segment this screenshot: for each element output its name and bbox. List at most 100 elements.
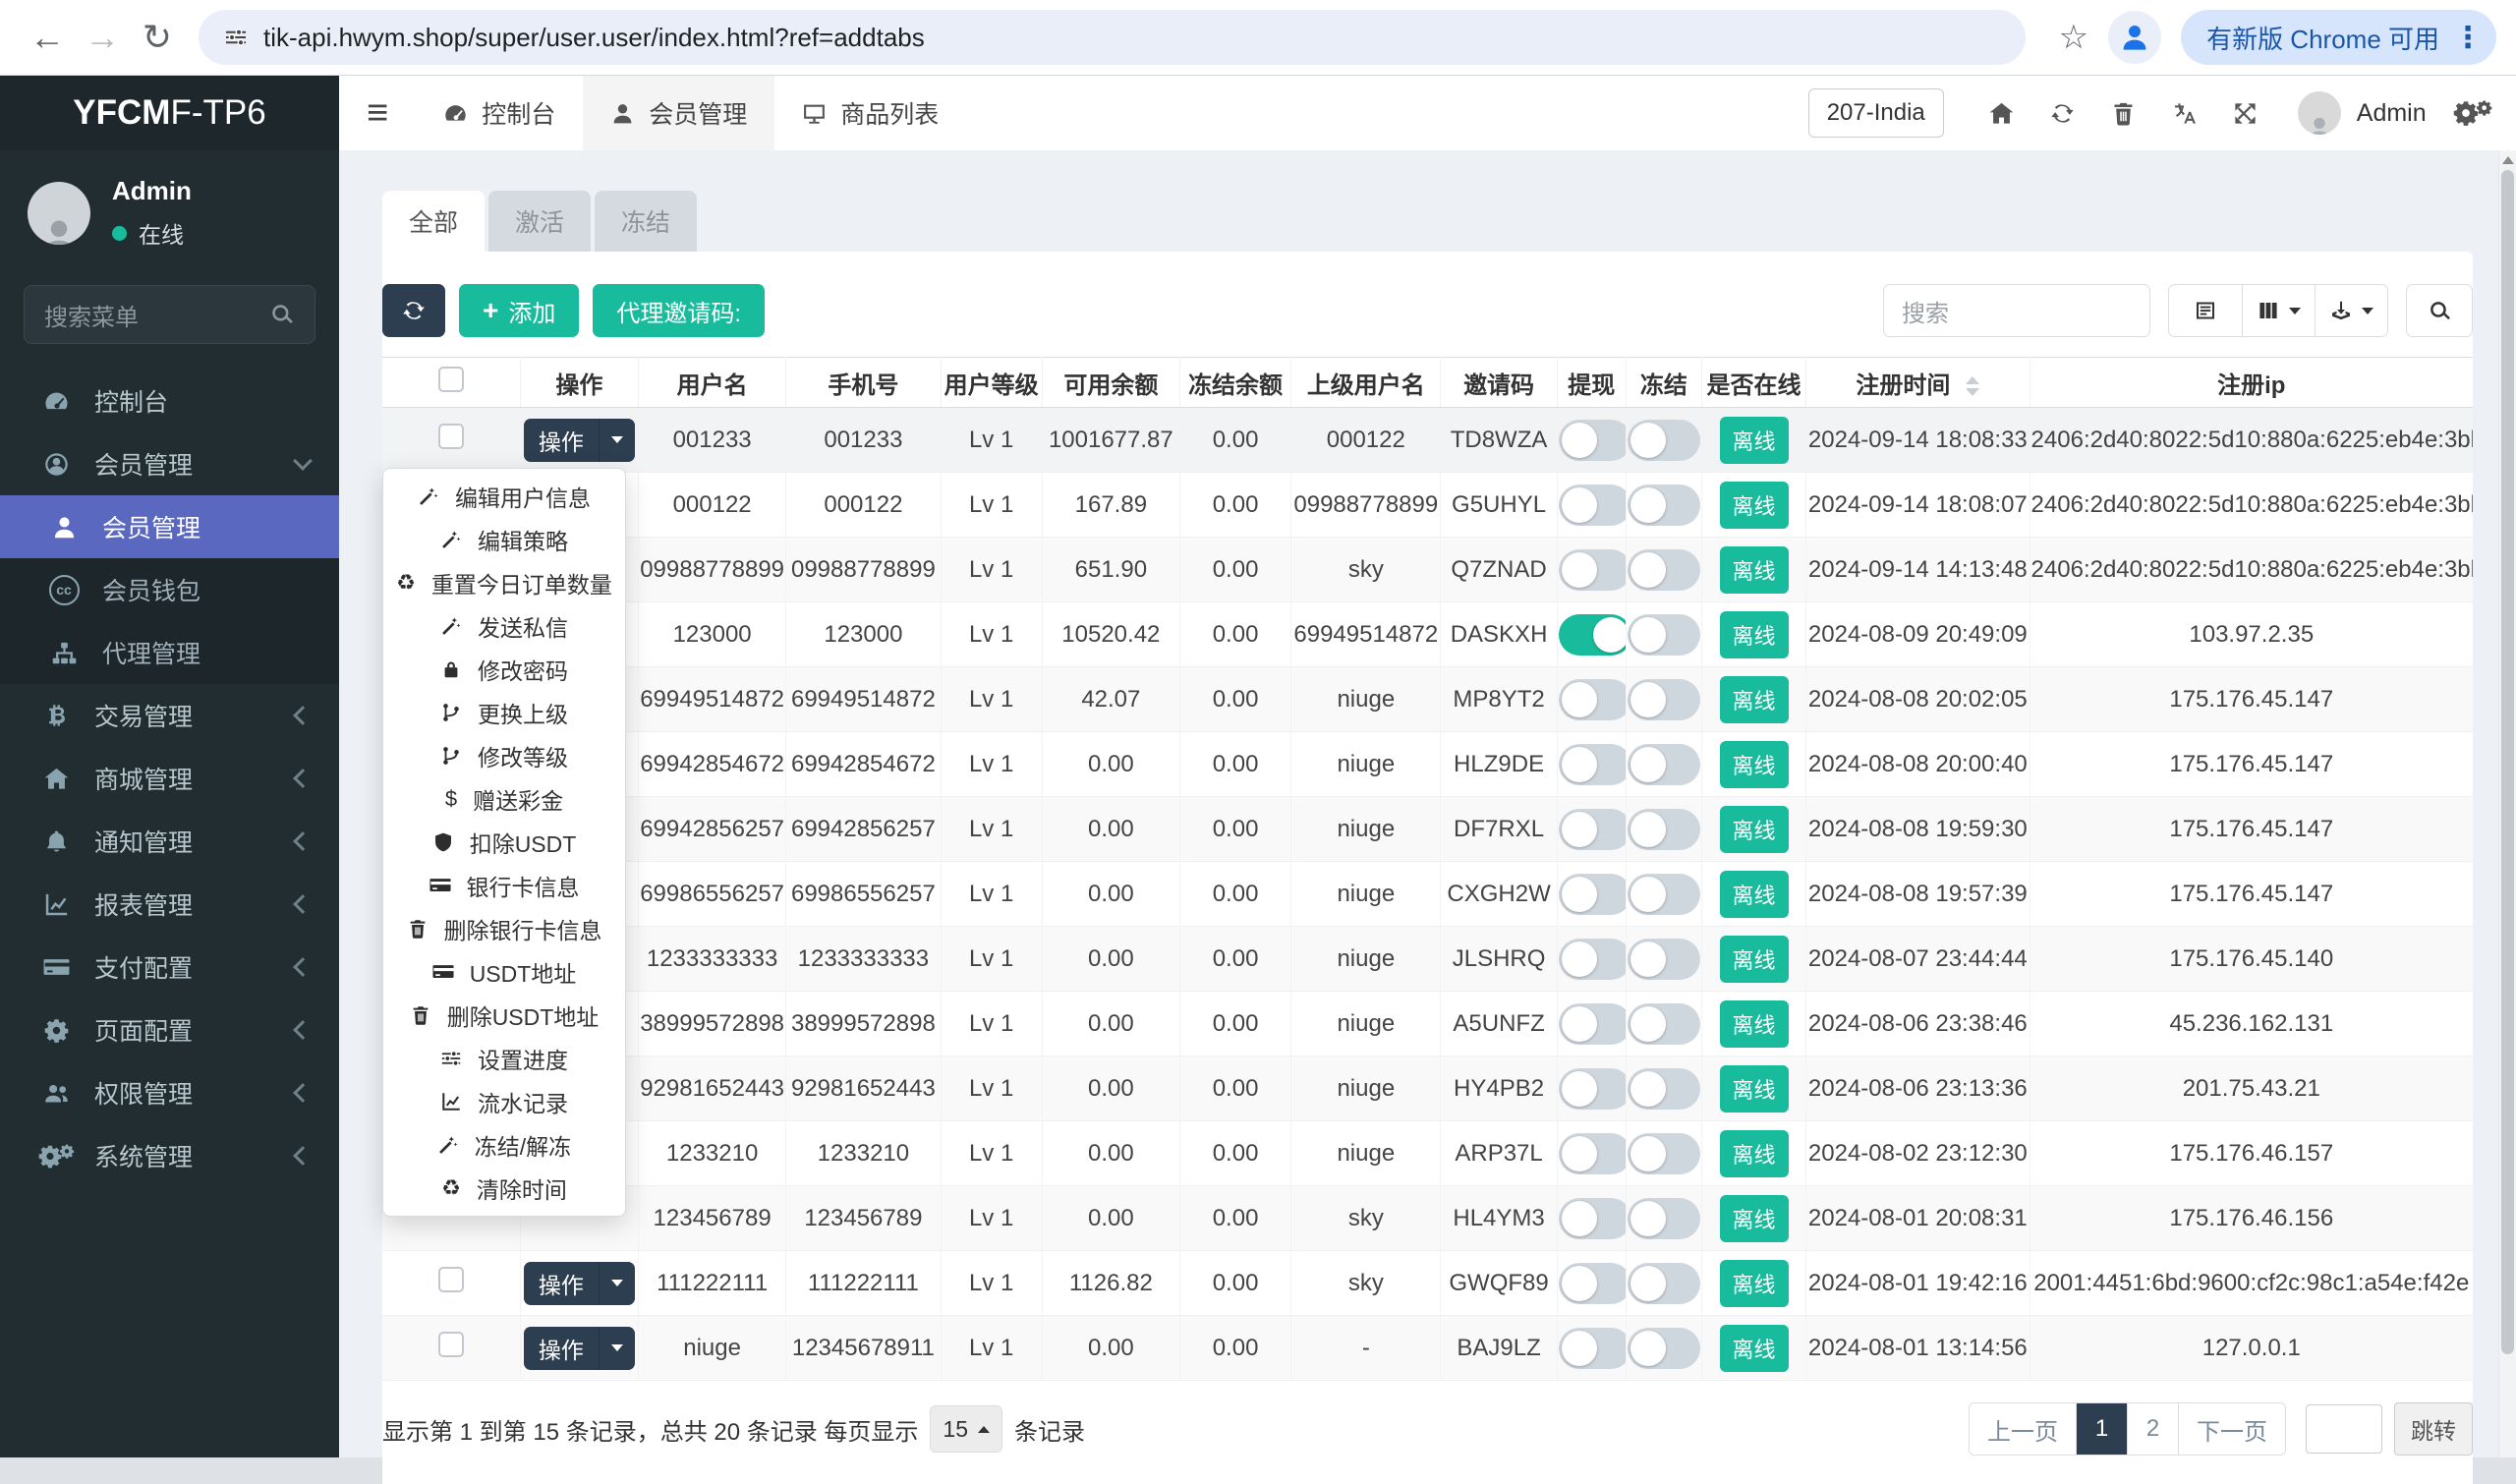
withdraw-toggle[interactable]: [1558, 1067, 1627, 1110]
action-menu-item-15[interactable]: 冻结/解冻: [383, 1123, 625, 1167]
sidebar-item-2[interactable]: 交易管理: [0, 684, 339, 747]
action-menu-item-3[interactable]: 发送私信: [383, 604, 625, 648]
translate-icon[interactable]: [2154, 100, 2215, 127]
withdraw-toggle[interactable]: [1558, 1262, 1627, 1304]
navbar-tab-1[interactable]: 会员管理: [583, 76, 775, 150]
browser-refresh-icon[interactable]: ↻: [130, 10, 185, 65]
freeze-toggle[interactable]: [1627, 1197, 1700, 1239]
agent-invite-code-button[interactable]: 代理邀请码:: [593, 284, 766, 337]
sidebar-subitem-1-0[interactable]: 会员管理: [0, 495, 339, 558]
caret-down-icon[interactable]: [598, 1326, 635, 1370]
sidebar-item-7[interactable]: 页面配置: [0, 999, 339, 1061]
action-menu-item-9[interactable]: 银行卡信息: [383, 864, 625, 907]
action-button[interactable]: 操作: [523, 1261, 635, 1305]
bookmark-star-icon[interactable]: ☆: [2059, 18, 2088, 57]
column-header-12[interactable]: 注册ip: [2029, 357, 2473, 408]
withdraw-toggle[interactable]: [1558, 808, 1627, 850]
chrome-update-button[interactable]: 有新版 Chrome 可用 ⋮: [2181, 10, 2496, 65]
tune-icon[interactable]: [224, 26, 248, 49]
row-checkbox[interactable]: [437, 424, 464, 449]
action-menu-item-0[interactable]: 编辑用户信息: [383, 475, 625, 518]
column-header-5[interactable]: 冻结余额: [1178, 357, 1291, 408]
column-header-2[interactable]: 手机号: [785, 357, 942, 408]
freeze-toggle[interactable]: [1627, 1327, 1700, 1369]
freeze-toggle[interactable]: [1627, 678, 1700, 720]
column-header-6[interactable]: 上级用户名: [1290, 357, 1441, 408]
jump-button[interactable]: 跳转: [2394, 1402, 2473, 1455]
freeze-toggle[interactable]: [1627, 484, 1700, 526]
action-menu-item-6[interactable]: 修改等级: [383, 734, 625, 777]
search-submit-button[interactable]: [2406, 284, 2473, 337]
column-header-8[interactable]: 提现: [1556, 357, 1627, 408]
freeze-toggle[interactable]: [1627, 1132, 1700, 1174]
navbar-avatar[interactable]: [2297, 91, 2341, 135]
scrollbar-thumb[interactable]: [2501, 170, 2514, 1354]
navbar-user-name[interactable]: Admin: [2357, 99, 2427, 128]
column-header-1[interactable]: 用户名: [637, 357, 786, 408]
withdraw-toggle[interactable]: [1558, 678, 1627, 720]
freeze-toggle[interactable]: [1627, 873, 1700, 915]
detail-view-button[interactable]: [2169, 285, 2242, 336]
columns-button[interactable]: [2242, 285, 2315, 336]
pagination-prev[interactable]: 上一页: [1970, 1403, 2076, 1455]
action-menu-item-7[interactable]: $ 赠送彩金: [383, 777, 625, 821]
sidebar-item-0[interactable]: 控制台: [0, 370, 339, 432]
scrollbar-up-icon[interactable]: [2501, 156, 2514, 164]
sidebar-item-4[interactable]: 通知管理: [0, 810, 339, 873]
refresh-button[interactable]: [382, 284, 445, 337]
pagination-next[interactable]: 下一页: [2178, 1403, 2285, 1455]
action-menu-item-1[interactable]: 编辑策略: [383, 518, 625, 561]
sidebar-item-1[interactable]: 会员管理: [0, 432, 339, 495]
freeze-toggle[interactable]: [1627, 1067, 1700, 1110]
export-button[interactable]: [2315, 285, 2387, 336]
withdraw-toggle[interactable]: [1558, 548, 1627, 591]
withdraw-toggle[interactable]: [1558, 743, 1627, 785]
home-icon[interactable]: [1972, 100, 2032, 127]
action-menu-item-2[interactable]: ♻ 重置今日订单数量: [383, 561, 625, 604]
hamburger-menu-icon[interactable]: ≡: [339, 92, 416, 135]
table-search-input[interactable]: 搜索: [1883, 284, 2150, 337]
pagination-page-1[interactable]: 1: [2076, 1403, 2127, 1455]
add-button[interactable]: + 添加: [459, 284, 580, 337]
withdraw-toggle[interactable]: [1558, 613, 1627, 656]
jump-page-input[interactable]: [2306, 1404, 2382, 1454]
withdraw-toggle[interactable]: [1558, 1002, 1627, 1045]
select-all-checkbox[interactable]: [437, 366, 464, 392]
withdraw-toggle[interactable]: [1558, 1197, 1627, 1239]
sidebar-item-5[interactable]: 报表管理: [0, 873, 339, 936]
withdraw-toggle[interactable]: [1558, 938, 1627, 980]
search-icon[interactable]: [269, 302, 295, 327]
freeze-toggle[interactable]: [1627, 1262, 1700, 1304]
sidebar-subitem-1-2[interactable]: 代理管理: [0, 621, 339, 684]
sidebar-item-6[interactable]: 支付配置: [0, 936, 339, 999]
trash-icon[interactable]: [2093, 100, 2154, 127]
sidebar-item-9[interactable]: 系统管理: [0, 1124, 339, 1187]
address-bar[interactable]: tik-api.hwym.shop/super/user.user/index.…: [199, 10, 2026, 65]
page-size-select[interactable]: 15: [930, 1405, 1003, 1453]
navbar-tab-2[interactable]: 商品列表: [774, 76, 966, 150]
pagination-page-2[interactable]: 2: [2127, 1403, 2178, 1455]
sort-icon[interactable]: [1966, 376, 1980, 397]
action-menu-item-14[interactable]: 流水记录: [383, 1080, 625, 1123]
freeze-toggle[interactable]: [1627, 1002, 1700, 1045]
action-menu-item-8[interactable]: 扣除USDT: [383, 821, 625, 864]
settings-gears-icon[interactable]: [2452, 99, 2492, 127]
freeze-toggle[interactable]: [1627, 808, 1700, 850]
freeze-toggle[interactable]: [1627, 938, 1700, 980]
caret-down-icon[interactable]: [598, 1261, 635, 1305]
sidebar-item-3[interactable]: 商城管理: [0, 747, 339, 810]
action-menu-item-10[interactable]: 删除银行卡信息: [383, 907, 625, 950]
freeze-toggle[interactable]: [1627, 743, 1700, 785]
withdraw-toggle[interactable]: [1558, 484, 1627, 526]
navbar-tab-0[interactable]: 控制台: [416, 76, 583, 150]
action-menu-item-16[interactable]: ♻ 清除时间: [383, 1167, 625, 1210]
column-header-3[interactable]: 用户等级: [940, 357, 1043, 408]
tab-1[interactable]: 激活: [488, 191, 592, 252]
refresh-icon[interactable]: [2032, 100, 2093, 127]
withdraw-toggle[interactable]: [1558, 1132, 1627, 1174]
action-menu-item-13[interactable]: 设置进度: [383, 1037, 625, 1080]
column-header-10[interactable]: 是否在线: [1700, 357, 1806, 408]
withdraw-toggle[interactable]: [1558, 419, 1627, 461]
column-header-4[interactable]: 可用余额: [1041, 357, 1180, 408]
action-button[interactable]: 操作: [523, 1326, 635, 1370]
